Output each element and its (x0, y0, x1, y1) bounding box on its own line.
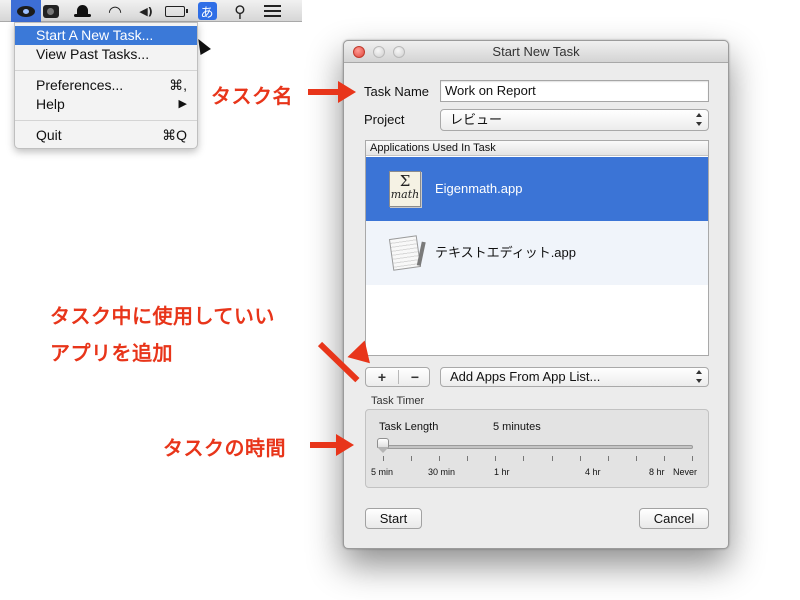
task-length-value: 5 minutes (493, 421, 541, 433)
screenshot-root: ◠ ◀) あ ⚲ Start A New Task... View Past T… (0, 0, 800, 600)
slider-tick-label: 4 hr (585, 467, 601, 477)
slider-tick (692, 456, 693, 461)
add-app-button[interactable]: + (366, 368, 398, 386)
menu-item-label: View Past Tasks... (36, 46, 150, 62)
menu-item-view-past-tasks[interactable]: View Past Tasks... (15, 45, 197, 64)
slider-tick-label: 8 hr (649, 467, 665, 477)
menu-separator (15, 70, 197, 71)
menu-item-help[interactable]: Help ▶ (15, 95, 197, 114)
window-title: Start New Task (492, 44, 580, 59)
applications-list[interactable]: Applications Used In Task Σmath Eigenmat… (365, 140, 709, 356)
popup-arrows-icon (696, 370, 702, 383)
input-method-icon[interactable]: あ (192, 0, 222, 22)
slider-tick-label: 5 min (371, 467, 394, 477)
task-length-slider-knob[interactable] (377, 438, 389, 453)
slider-tick (495, 456, 496, 461)
list-icon[interactable] (257, 0, 287, 22)
submenu-arrow-icon: ▶ (178, 98, 187, 110)
annotation-task-name: タスク名 (211, 84, 293, 108)
add-apps-label: Add Apps From App List... (450, 369, 601, 384)
app-name: Eigenmath.app (435, 181, 523, 196)
add-apps-popup[interactable]: Add Apps From App List... (440, 367, 709, 387)
title-bar[interactable]: Start New Task (344, 41, 728, 63)
list-item[interactable]: テキストエディット.app (366, 221, 708, 285)
slider-tick (439, 456, 440, 461)
status-menu: Start A New Task... View Past Tasks... P… (14, 22, 198, 149)
eigenmath-icon-text: math (390, 188, 420, 201)
task-length-label: Task Length (379, 421, 439, 433)
start-button[interactable]: Start (365, 508, 422, 529)
task-timer-box: Task Length 5 minutes 5 min 30 min 1 hr … (365, 409, 709, 488)
menu-item-label: Help (36, 96, 65, 112)
slider-tick (383, 456, 384, 461)
wifi-icon[interactable]: ◠ (100, 0, 130, 22)
list-item[interactable]: Σmath Eigenmath.app (366, 157, 708, 221)
cancel-button[interactable]: Cancel (639, 508, 709, 529)
project-value: レビュー (450, 112, 503, 127)
popup-arrows-icon (696, 113, 702, 126)
task-name-field[interactable]: Work on Report (440, 80, 709, 102)
menu-separator (15, 120, 197, 121)
annotation-timer: タスクの時間 (163, 436, 286, 460)
slider-tick (523, 456, 524, 461)
slider-tick (411, 456, 412, 461)
task-timer-label: Task Timer (371, 395, 425, 407)
menu-item-preferences[interactable]: Preferences... ⌘, (15, 76, 197, 95)
add-remove-control: + − (365, 367, 430, 387)
camera-icon[interactable] (36, 0, 66, 22)
project-popup[interactable]: レビュー (440, 109, 709, 131)
arrow-task-name-icon (308, 89, 342, 95)
slider-tick-label: 30 min (428, 467, 456, 477)
applications-list-header: Applications Used In Task (366, 141, 708, 156)
menu-item-start-new-task[interactable]: Start A New Task... (15, 26, 197, 45)
slider-tick-label: 1 hr (494, 467, 510, 477)
slider-tick (467, 456, 468, 461)
volume-icon[interactable]: ◀) (131, 0, 161, 22)
hat-icon[interactable] (67, 0, 97, 22)
eigenmath-icon-symbol: Σ (399, 172, 411, 190)
menu-bar: ◠ ◀) あ ⚲ (0, 0, 302, 22)
battery-icon[interactable] (160, 0, 190, 22)
menu-shortcut: ⌘Q (162, 127, 187, 143)
search-icon[interactable]: ⚲ (225, 0, 255, 22)
project-label: Project (364, 112, 405, 127)
annotation-apps-line2: アプリを追加 (50, 341, 173, 365)
task-length-slider-track[interactable] (382, 445, 693, 449)
menu-item-label: Start A New Task... (36, 27, 154, 43)
arrowhead-icon (336, 434, 354, 456)
menu-shortcut: ⌘, (169, 77, 187, 93)
slider-tick (664, 456, 665, 461)
input-method-char: あ (197, 2, 217, 21)
remove-app-button[interactable]: − (399, 368, 431, 386)
start-new-task-window: Start New Task Task Name Work on Report … (343, 40, 729, 549)
menu-item-quit[interactable]: Quit ⌘Q (15, 126, 197, 145)
menu-item-label: Preferences... (36, 77, 124, 93)
task-name-label: Task Name (364, 84, 430, 99)
slider-tick-label: Never (673, 467, 698, 477)
eigenmath-icon: Σmath (389, 171, 421, 207)
slider-tick (608, 456, 609, 461)
slider-tick (552, 456, 553, 461)
annotation-apps-line1: タスク中に使用していい (50, 304, 275, 328)
textedit-icon (388, 235, 422, 271)
slider-tick (636, 456, 637, 461)
menu-item-label: Quit (36, 127, 62, 143)
app-name: テキストエディット.app (435, 245, 577, 260)
slider-tick (580, 456, 581, 461)
arrowhead-icon (338, 81, 356, 103)
